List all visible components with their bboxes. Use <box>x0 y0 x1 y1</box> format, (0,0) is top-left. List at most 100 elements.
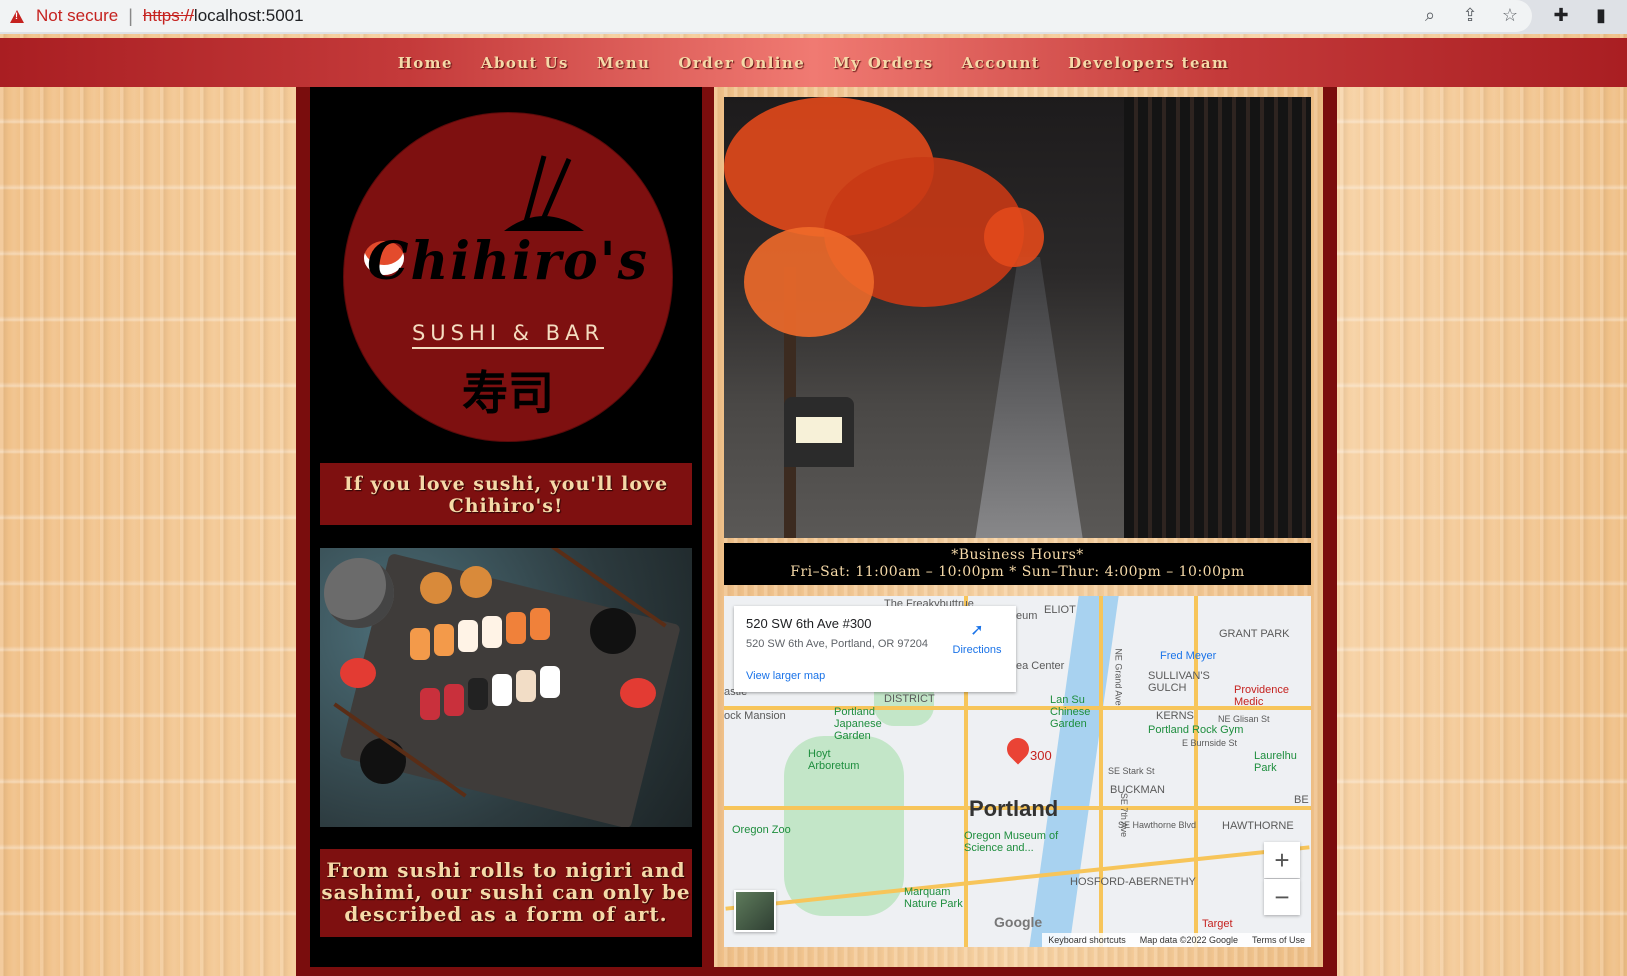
sauce-cup <box>420 572 452 604</box>
main-nav: Home About Us Menu Order Online My Order… <box>0 38 1627 87</box>
map-label: Hoyt Arboretum <box>808 748 860 772</box>
star-icon[interactable]: ☆ <box>1499 4 1521 26</box>
address-bar[interactable]: Not secure | https://localhost:5001 <box>0 0 1532 32</box>
roll-piece <box>468 678 488 710</box>
google-logo: Google <box>994 914 1043 930</box>
map-label: ea Center <box>1016 660 1065 672</box>
lantern-light <box>796 417 842 443</box>
sidepanel-icon[interactable]: ▮ <box>1590 4 1612 26</box>
map-label: SE Hawthorne Blvd <box>1118 820 1197 830</box>
warning-icon[interactable] <box>10 9 24 23</box>
nigiri-piece <box>506 612 526 644</box>
right-column: *Business Hours* Fri–Sat: 11:00am – 10:0… <box>714 87 1323 967</box>
logo-kanji: 寿司 <box>462 366 554 420</box>
map-label: ELIOT <box>1044 604 1076 616</box>
view-larger-map-link[interactable]: View larger map <box>746 670 825 682</box>
nigiri-piece <box>458 620 478 652</box>
map-label: eum <box>1016 610 1038 622</box>
sauce-cup <box>460 566 492 598</box>
map-label: HAWTHORNE <box>1222 820 1294 832</box>
nav-menu[interactable]: Menu <box>597 54 651 72</box>
map-label: SE 7th Ave <box>1119 792 1130 838</box>
nav-account[interactable]: Account <box>962 54 1040 72</box>
maple-foliage <box>984 207 1044 267</box>
terms-of-use-link[interactable]: Terms of Use <box>1252 935 1305 945</box>
ginger-rose <box>620 678 656 708</box>
roll-piece <box>516 670 536 702</box>
teapot-icon <box>324 558 394 628</box>
map-label: KERNS <box>1156 710 1194 722</box>
nigiri-piece <box>530 608 550 640</box>
map-label: Lan Su Chinese Garden <box>1050 694 1091 730</box>
pin-label: 300 <box>1030 748 1052 763</box>
maple-foliage <box>744 227 874 337</box>
business-hours: *Business Hours* Fri–Sat: 11:00am – 10:0… <box>724 543 1311 585</box>
location-pin-icon[interactable] <box>1002 733 1034 765</box>
tagline-love-sushi: If you love sushi, you'll love Chihiro's… <box>320 463 692 525</box>
tuna-piece <box>420 688 440 720</box>
extension-icon[interactable]: ✚ <box>1550 4 1572 26</box>
soy-bowl <box>360 738 406 784</box>
roll-piece <box>492 674 512 706</box>
nav-order-online[interactable]: Order Online <box>678 54 805 72</box>
zoom-in-button[interactable]: + <box>1264 842 1300 878</box>
share-icon[interactable]: ⇪ <box>1459 4 1481 26</box>
map-attribution: Keyboard shortcuts Map data ©2022 Google… <box>1042 933 1311 947</box>
map-label: Oregon Museum of Science and... <box>964 830 1059 854</box>
place-address: 520 SW 6th Ave, Portland, OR 97204 <box>746 638 929 650</box>
map-city-label: Portland <box>969 796 1059 821</box>
restaurant-logo: Chihiro's SUSHI & BAR 寿司 <box>344 113 672 441</box>
directions-icon: ➚ <box>970 622 984 639</box>
url-text[interactable]: https://localhost:5001 <box>143 6 304 26</box>
browser-actions: ✚ ▮ <box>1550 4 1612 26</box>
google-map[interactable]: The Freakybuttrue ELIOT GRANT PARK Fred … <box>724 596 1311 947</box>
directions-label: Directions <box>952 644 1002 656</box>
place-title: 520 SW 6th Ave #300 <box>746 616 872 631</box>
left-column: Chihiro's SUSHI & BAR 寿司 If you love sus… <box>310 87 702 967</box>
nav-home[interactable]: Home <box>398 54 453 72</box>
map-data-label: Map data ©2022 Google <box>1139 935 1238 945</box>
directions-button[interactable]: ➚ Directions <box>944 620 1010 656</box>
map-info-card: 520 SW 6th Ave #300 520 SW 6th Ave, Port… <box>734 606 1016 692</box>
nav-developers-team[interactable]: Developers team <box>1068 54 1229 72</box>
tuna-piece <box>444 684 464 716</box>
map-label: Portland Japanese Garden <box>834 706 882 742</box>
zoom-out-button[interactable]: − <box>1264 879 1300 915</box>
restaurant-interior-image <box>724 97 1311 538</box>
roll-piece <box>540 666 560 698</box>
map-label: DISTRICT <box>884 693 935 705</box>
keyboard-shortcuts-link[interactable]: Keyboard shortcuts <box>1048 935 1126 945</box>
lattice-screen <box>1124 97 1311 538</box>
map-label: HOSFORD-ABERNETHY <box>1070 876 1196 888</box>
road <box>724 706 1311 710</box>
chopsticks-icon <box>504 155 584 231</box>
zoom-icon[interactable]: ⌕ <box>1419 4 1441 26</box>
hallway <box>974 257 1084 538</box>
map-label: SULLIVAN'S GULCH <box>1148 670 1210 694</box>
nav-about-us[interactable]: About Us <box>481 54 569 72</box>
map-label: Laurelhu Park <box>1254 750 1297 774</box>
satellite-toggle[interactable] <box>734 890 776 932</box>
address-bar-actions: ⌕ ⇪ ☆ <box>1419 4 1521 26</box>
map-label: Portland Rock Gym <box>1148 724 1244 736</box>
map-label: Providence Medic <box>1234 684 1290 708</box>
not-secure-label[interactable]: Not secure <box>36 6 118 26</box>
map-label: Fred Meyer <box>1160 650 1217 662</box>
nav-my-orders[interactable]: My Orders <box>833 54 934 72</box>
content-container: Chihiro's SUSHI & BAR 寿司 If you love sus… <box>296 87 1337 976</box>
url-host: localhost:5001 <box>193 6 304 25</box>
business-hours-title: *Business Hours* <box>951 547 1084 563</box>
map-label: SE Stark St <box>1108 766 1155 776</box>
map-label: Oregon Zoo <box>732 824 791 836</box>
ginger-rose <box>340 658 376 688</box>
nigiri-piece <box>434 624 454 656</box>
road <box>1099 596 1103 947</box>
url-scheme: https:// <box>142 6 194 25</box>
nigiri-piece <box>410 628 430 660</box>
map-label: NE Grand Ave <box>1113 648 1124 706</box>
river <box>1029 596 1119 947</box>
map-label: NE Glisan St <box>1218 714 1270 724</box>
map-label: E Burnside St <box>1182 738 1238 748</box>
road <box>1194 596 1198 947</box>
sushi-platter-image <box>320 548 692 827</box>
